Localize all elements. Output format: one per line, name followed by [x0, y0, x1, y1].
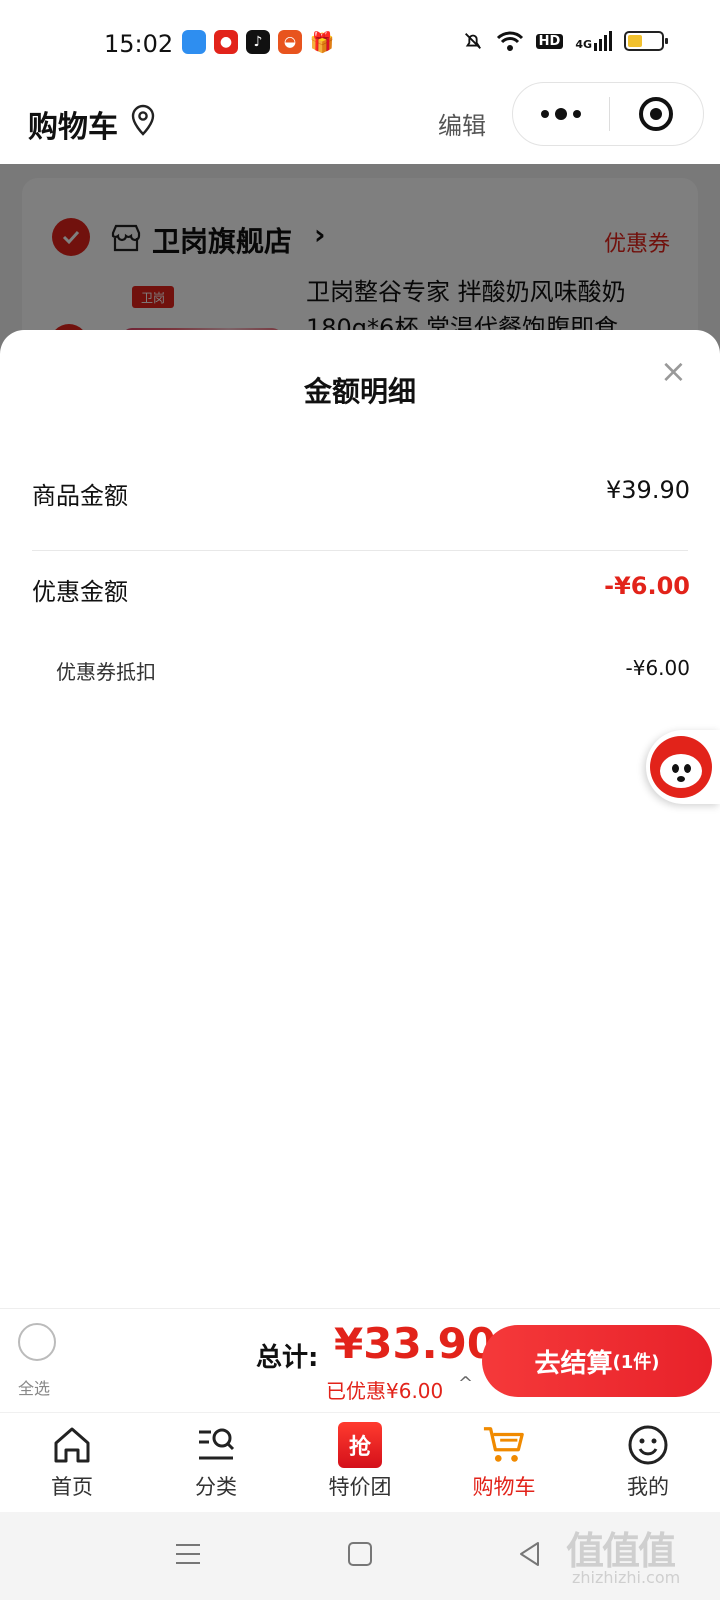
chevron-up-icon[interactable]: ^: [458, 1373, 473, 1394]
total-label: 总计:: [256, 1343, 319, 1373]
coupon-deduction-value: -¥6.00: [625, 656, 690, 680]
jd-mascot-icon: [650, 736, 712, 798]
jd-icon: ●: [214, 30, 238, 54]
category-search-icon: [194, 1423, 238, 1467]
total-value: ¥33.90: [334, 1319, 497, 1368]
coupon-deduction-label: 优惠券抵扣: [56, 660, 156, 684]
close-icon[interactable]: ×: [660, 352, 687, 390]
status-time: 15:02: [104, 30, 174, 58]
bottom-tab-bar: 首页 分类 抢 特价团 购物车 我的: [0, 1412, 720, 1512]
gift-icon: 🎁: [309, 30, 335, 54]
jd-service-float-button[interactable]: [646, 730, 720, 804]
signal-4g-icon: 4G: [575, 31, 612, 51]
more-dots-icon[interactable]: [513, 108, 609, 120]
home-square-icon[interactable]: [346, 1540, 374, 1568]
amount-detail-sheet: 金额明细 × 商品金额 ¥39.90 优惠金额 -¥6.00 优惠券抵扣 -¥6…: [0, 330, 720, 1310]
discount-amount-value: -¥6.00: [604, 572, 690, 600]
tiktok-icon: ♪: [246, 30, 270, 54]
battery-icon: [624, 31, 668, 51]
checkout-count: (1件): [612, 1352, 660, 1373]
tab-cart[interactable]: 购物车: [432, 1413, 576, 1512]
status-right-icons: HD 4G: [462, 30, 668, 52]
location-pin-icon[interactable]: [130, 104, 156, 138]
goods-amount-value: ¥39.90: [606, 476, 690, 504]
basket-icon: ◒: [278, 30, 302, 54]
checkout-bar: 全选 总计: ¥33.90 已优惠¥6.00 ^ 去结算 (1件): [0, 1308, 720, 1412]
status-bar: 15:02 ● ♪ ◒ 🎁 HD 4G: [0, 0, 720, 90]
tab-home[interactable]: 首页: [0, 1413, 144, 1512]
watermark-logo: 值值值: [566, 1529, 676, 1573]
hd-icon: HD: [535, 33, 564, 49]
sheet-divider: [32, 550, 688, 551]
sheet-title: 金额明细: [303, 375, 416, 408]
miniprogram-capsule: [512, 82, 704, 146]
tab-group-deals-label: 特价团: [328, 1475, 392, 1499]
goods-amount-label: 商品金额: [32, 482, 128, 510]
page-header: 购物车 编辑: [0, 80, 720, 164]
checkout-button-label: 去结算: [534, 1348, 613, 1379]
page-title: 购物车: [28, 110, 118, 145]
target-icon[interactable]: [610, 96, 704, 132]
smile-icon: [626, 1423, 670, 1467]
select-all-label[interactable]: 全选: [18, 1375, 50, 1399]
tab-mine[interactable]: 我的: [576, 1413, 720, 1512]
wifi-icon: [496, 31, 523, 51]
discount-amount-label: 优惠金额: [32, 578, 128, 606]
mute-bell-icon: [464, 33, 481, 49]
tab-home-label: 首页: [51, 1475, 93, 1499]
tab-mine-label: 我的: [627, 1475, 669, 1499]
menu-icon[interactable]: [174, 1540, 202, 1568]
watermark-url: zhizhizhi.com: [572, 1568, 681, 1587]
home-icon: [50, 1423, 94, 1467]
tab-category-label: 分类: [195, 1475, 237, 1499]
saved-amount[interactable]: 已优惠¥6.00: [326, 1375, 443, 1404]
status-app-icons: ● ♪ ◒ 🎁: [182, 30, 334, 54]
bubble-icon: [182, 30, 206, 54]
select-all-checkbox[interactable]: [18, 1323, 56, 1361]
cart-icon: [482, 1423, 526, 1467]
checkout-button[interactable]: 去结算 (1件): [482, 1325, 712, 1397]
tab-category[interactable]: 分类: [144, 1413, 288, 1512]
qiang-badge-icon: 抢: [338, 1422, 382, 1468]
back-triangle-icon[interactable]: [516, 1540, 544, 1568]
tab-cart-label: 购物车: [472, 1475, 536, 1499]
tab-group-deals[interactable]: 抢 特价团: [288, 1413, 432, 1512]
edit-button[interactable]: 编辑: [438, 106, 486, 141]
